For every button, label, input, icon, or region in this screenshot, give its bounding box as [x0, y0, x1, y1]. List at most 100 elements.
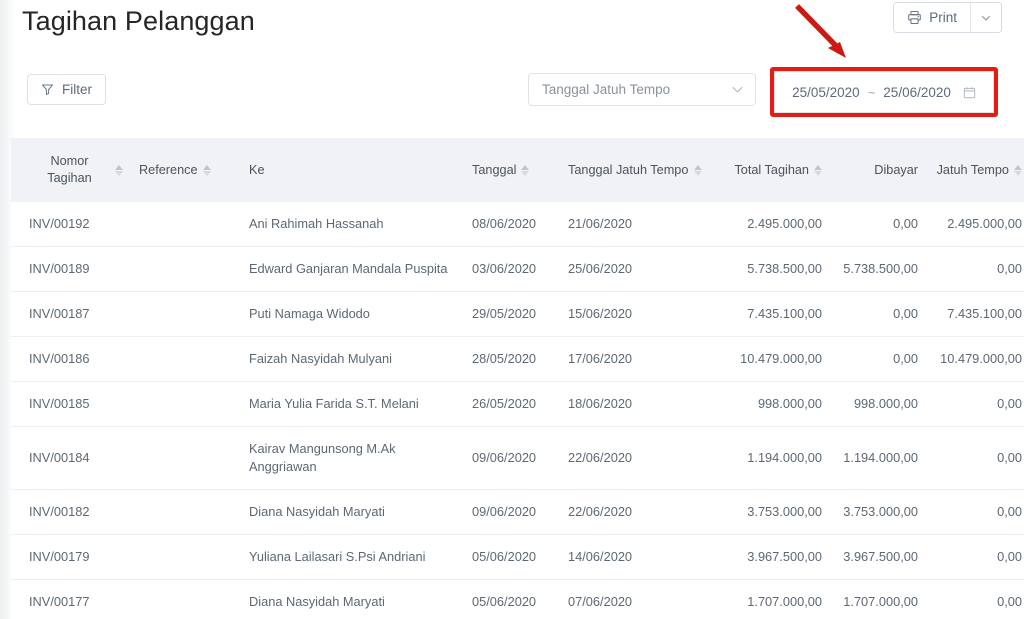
table-row[interactable]: INV/00186 Faizah Nasyidah Mulyani 28/05/20… [11, 336, 1024, 382]
sort-toggle-icon[interactable] [694, 164, 702, 176]
print-button[interactable]: Print [894, 3, 971, 32]
column-label: Nomor Tagihan [47, 154, 92, 185]
total-amount-cell: 1.194.000,00 [710, 426, 830, 490]
customer-name-cell: Diana Nasyidah Maryati [241, 579, 464, 619]
table-row[interactable]: INV/00192 Ani Rahimah Hassanah 08/06/2020 2… [11, 202, 1024, 247]
table-row[interactable]: INV/00185 Maria Yulia Farida S.T. Melani 2… [11, 381, 1024, 427]
reference-cell [131, 381, 241, 427]
paid-amount-cell: 0,00 [830, 291, 926, 337]
paid-amount-cell: 998.000,00 [830, 381, 926, 427]
overdue-amount-cell: 0,00 [926, 381, 1024, 427]
paid-amount-cell: 1.707.000,00 [830, 579, 926, 619]
column-header-total-tagihan[interactable]: Total Tagihan [710, 138, 830, 202]
filter-button[interactable]: Filter [27, 74, 106, 105]
invoice-number-cell: INV/00192 [11, 202, 131, 247]
total-amount-cell: 2.495.000,00 [710, 202, 830, 247]
total-amount-cell: 10.479.000,00 [710, 336, 830, 382]
invoice-number-cell: INV/00182 [11, 489, 131, 535]
date-cell: 08/06/2020 [464, 202, 560, 247]
invoice-table-body: INV/00192 Ani Rahimah Hassanah 08/06/2020 2… [11, 202, 1024, 619]
paid-amount-cell: 5.738.500,00 [830, 246, 926, 292]
column-header-nomor-tagihan[interactable]: Nomor Tagihan [11, 138, 131, 202]
table-row[interactable]: INV/00187 Puti Namaga Widodo 29/05/2020 15/… [11, 291, 1024, 337]
table-row[interactable]: INV/00177 Diana Nasyidah Maryati 05/06/202… [11, 579, 1024, 619]
column-label: Jatuh Tempo [936, 162, 1009, 177]
due-date-cell: 25/06/2020 [560, 246, 710, 292]
date-cell: 03/06/2020 [464, 246, 560, 292]
column-header-tanggal-jatuh-tempo[interactable]: Tanggal Jatuh Tempo [560, 138, 710, 202]
column-header-ke: Ke [241, 138, 464, 202]
overdue-amount-cell: 2.495.000,00 [926, 202, 1024, 247]
total-amount-cell: 1.707.000,00 [710, 579, 830, 619]
due-date-cell: 17/06/2020 [560, 336, 710, 382]
date-field-select[interactable]: Tanggal Jatuh Tempo [528, 73, 756, 106]
reference-cell [131, 202, 241, 247]
invoice-number-cell: INV/00177 [11, 579, 131, 619]
column-header-tanggal[interactable]: Tanggal [464, 138, 560, 202]
reference-cell [131, 291, 241, 337]
sort-toggle-icon[interactable] [814, 164, 822, 176]
invoice-number-cell: INV/00186 [11, 336, 131, 382]
overdue-amount-cell: 0,00 [926, 489, 1024, 535]
invoice-number-cell: INV/00179 [11, 534, 131, 580]
due-date-cell: 22/06/2020 [560, 426, 710, 490]
invoice-table: Nomor Tagihan Reference Ke Tanggal Tangg… [11, 138, 1024, 619]
date-cell: 29/05/2020 [464, 291, 560, 337]
due-date-cell: 14/06/2020 [560, 534, 710, 580]
paid-amount-cell: 3.967.500,00 [830, 534, 926, 580]
date-field-select-value: Tanggal Jatuh Tempo [542, 82, 671, 97]
date-range-picker[interactable]: 25/05/2020 ~ 25/06/2020 [774, 71, 994, 113]
overdue-amount-cell: 0,00 [926, 534, 1024, 580]
filter-button-label: Filter [62, 82, 92, 97]
chevron-down-icon [980, 12, 992, 24]
column-label: Reference [139, 162, 198, 177]
reference-cell [131, 336, 241, 382]
annotation-arrow-icon [795, 4, 846, 58]
print-button-group: Print [893, 2, 1002, 33]
table-row[interactable]: INV/00189 Edward Ganjaran Mandala Puspita… [11, 246, 1024, 292]
sort-toggle-icon[interactable] [202, 164, 211, 176]
column-label: Ke [249, 162, 265, 177]
invoice-number-cell: INV/00185 [11, 381, 131, 427]
total-amount-cell: 998.000,00 [710, 381, 830, 427]
reference-cell [131, 489, 241, 535]
date-range-end[interactable]: 25/06/2020 [883, 85, 951, 100]
column-label: Tanggal Jatuh Tempo [568, 162, 689, 177]
column-header-jatuh-tempo[interactable]: Jatuh Tempo [926, 138, 1024, 202]
total-amount-cell: 7.435.100,00 [710, 291, 830, 337]
print-dropdown-button[interactable] [971, 3, 1001, 32]
reference-cell [131, 579, 241, 619]
reference-cell [131, 246, 241, 292]
table-row[interactable]: INV/00182 Diana Nasyidah Maryati 09/06/202… [11, 489, 1024, 535]
total-amount-cell: 3.967.500,00 [710, 534, 830, 580]
paid-amount-cell: 1.194.000,00 [830, 426, 926, 490]
column-header-reference[interactable]: Reference [131, 138, 241, 202]
reference-cell [131, 426, 241, 490]
date-cell: 28/05/2020 [464, 336, 560, 382]
due-date-cell: 22/06/2020 [560, 489, 710, 535]
paid-amount-cell: 0,00 [830, 202, 926, 247]
chevron-down-icon [731, 83, 744, 96]
date-range-start[interactable]: 25/05/2020 [792, 85, 860, 100]
date-cell: 09/06/2020 [464, 489, 560, 535]
date-range-separator: ~ [867, 84, 876, 100]
sort-toggle-icon[interactable] [1014, 164, 1022, 176]
invoice-table-head: Nomor Tagihan Reference Ke Tanggal Tangg… [11, 138, 1024, 202]
table-row[interactable]: INV/00179 Yuliana Lailasari S.Psi Andrian… [11, 534, 1024, 580]
sort-toggle-icon[interactable] [115, 164, 123, 176]
table-header-row: Nomor Tagihan Reference Ke Tanggal Tangg… [11, 138, 1024, 202]
print-button-label: Print [929, 10, 957, 25]
invoice-number-cell: INV/00184 [11, 426, 131, 490]
table-row[interactable]: INV/00184 Kairav Mangunsong M.Ak Anggriaw… [11, 426, 1024, 490]
overdue-amount-cell: 0,00 [926, 579, 1024, 619]
reference-cell [131, 534, 241, 580]
customer-name-cell: Puti Namaga Widodo [241, 291, 464, 337]
due-date-cell: 15/06/2020 [560, 291, 710, 337]
date-cell: 09/06/2020 [464, 426, 560, 490]
printer-icon [907, 10, 922, 25]
invoice-table-container: Nomor Tagihan Reference Ke Tanggal Tangg… [11, 138, 1024, 619]
sort-toggle-icon[interactable] [521, 164, 530, 176]
page-root: Tagihan Pelanggan Print Filter Tanggal J… [0, 0, 1024, 619]
total-amount-cell: 5.738.500,00 [710, 246, 830, 292]
customer-name-cell: Faizah Nasyidah Mulyani [241, 336, 464, 382]
